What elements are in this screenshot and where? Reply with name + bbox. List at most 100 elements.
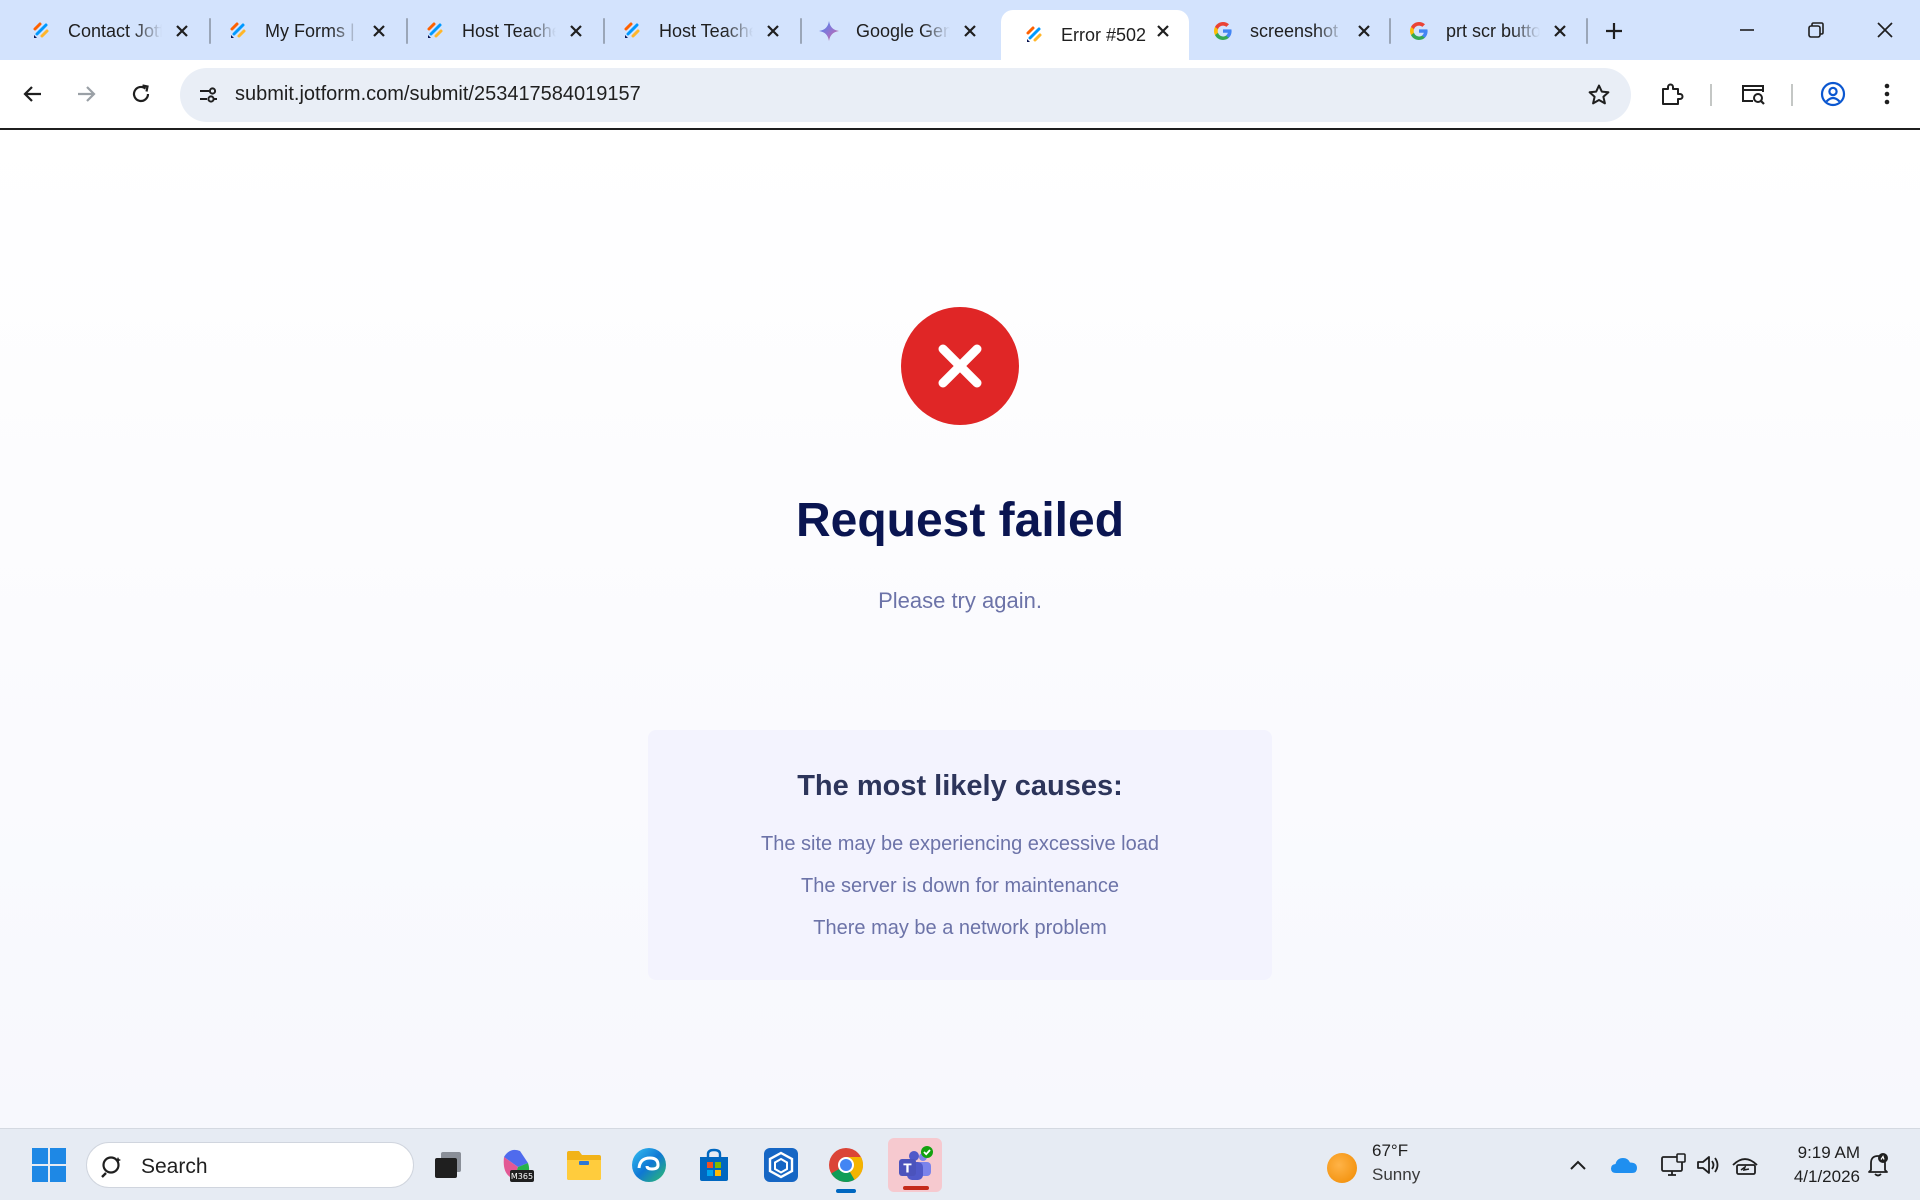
jotform-icon xyxy=(424,20,446,42)
address-bar[interactable]: submit.jotform.com/submit/25341758401915… xyxy=(180,68,1631,122)
reload-button[interactable] xyxy=(121,74,161,114)
edge-icon[interactable] xyxy=(625,1141,673,1189)
network-display-icon[interactable] xyxy=(1659,1151,1687,1179)
tab-screenshot[interactable]: screenshot xyxy=(1190,10,1390,52)
forward-button[interactable] xyxy=(66,74,106,114)
minimize-icon xyxy=(1740,29,1754,31)
tab-google-gemini[interactable]: Google Gemini xyxy=(796,10,996,52)
tab-search-button[interactable] xyxy=(1733,74,1773,114)
battery-icon[interactable] xyxy=(1731,1151,1759,1179)
tab-title: Error #502 xyxy=(1061,24,1147,45)
start-button[interactable] xyxy=(25,1141,73,1189)
more-vertical-icon xyxy=(1884,83,1890,105)
google-icon xyxy=(1408,20,1430,42)
tab-separator xyxy=(1586,18,1588,44)
tab-close-icon[interactable] xyxy=(761,19,785,43)
svg-text:M365: M365 xyxy=(511,1172,533,1181)
restore-icon xyxy=(1808,22,1824,38)
tab-host-teacher[interactable]: Host Teacher xyxy=(402,10,602,52)
causes-list: The site may be experiencing excessive l… xyxy=(648,823,1272,949)
weather-temperature: 67°F xyxy=(1372,1141,1409,1160)
clock-time: 9:19 AM xyxy=(1797,1143,1860,1162)
page-subtitle: Please try again. xyxy=(878,588,1042,613)
tab-close-icon[interactable] xyxy=(170,19,194,43)
reload-icon xyxy=(132,84,150,103)
notifications-bell-icon[interactable] xyxy=(1864,1151,1892,1179)
tab-title: Contact Jotform xyxy=(68,20,162,41)
site-info-icon[interactable] xyxy=(194,81,222,109)
tab-close-icon[interactable] xyxy=(564,19,588,43)
tab-close-icon[interactable] xyxy=(1151,19,1175,43)
cause-item: There may be a network problem xyxy=(813,917,1107,939)
cause-item: The site may be experiencing excessive l… xyxy=(761,833,1159,855)
tab-error-502[interactable]: Error #502 xyxy=(1001,10,1189,60)
tab-host-teacher-2[interactable]: Host Teacher xyxy=(599,10,799,52)
cause-item: The server is down for maintenance xyxy=(801,875,1119,897)
arrow-right-icon xyxy=(78,86,96,102)
search-icon xyxy=(101,1156,121,1178)
toolbar-separator xyxy=(1791,84,1793,106)
file-explorer-icon[interactable] xyxy=(560,1141,608,1189)
tab-strip: Contact Jotform My Forms | Jotform Host … xyxy=(0,0,1920,60)
tab-title: screenshot xyxy=(1250,20,1339,41)
chrome-icon[interactable] xyxy=(822,1141,870,1193)
minimize-button[interactable] xyxy=(1724,8,1770,52)
jotform-icon xyxy=(30,20,52,42)
active-app-indicator xyxy=(836,1189,856,1193)
taskbar-search[interactable]: Search xyxy=(86,1142,414,1188)
tab-title: prt scr button xyxy=(1446,20,1540,41)
tab-close-icon[interactable] xyxy=(367,19,391,43)
tab-title: Host Teacher xyxy=(659,20,753,41)
show-hidden-icons-chevron-up-icon[interactable] xyxy=(1564,1151,1592,1179)
tab-search-icon xyxy=(1742,85,1765,105)
toolbar-separator xyxy=(1710,84,1712,106)
jotform-icon xyxy=(621,20,643,42)
taskbar: Search M365 T 67°F Sunny 9:19 AM 4/1/202… xyxy=(0,1128,1920,1200)
windows-start-icon xyxy=(32,1148,66,1182)
tab-title: Host Teacher xyxy=(462,20,556,41)
store-icon[interactable] xyxy=(690,1141,738,1189)
tab-contact-jotform[interactable]: Contact Jotform xyxy=(8,10,208,52)
task-view-icon[interactable] xyxy=(424,1141,472,1189)
weather-condition: Sunny xyxy=(1372,1165,1421,1184)
tab-prt-scr-button[interactable]: prt scr button xyxy=(1386,10,1586,52)
puzzle-icon xyxy=(1662,83,1684,105)
svg-text:T: T xyxy=(903,1162,912,1176)
causes-panel: The most likely causes: The site may be … xyxy=(648,730,1272,980)
clock-date: 4/1/2026 xyxy=(1793,1167,1860,1186)
google-icon xyxy=(1212,20,1234,42)
tab-close-icon[interactable] xyxy=(958,19,982,43)
tab-my-forms[interactable]: My Forms | Jotform xyxy=(205,10,405,52)
search-placeholder: Search xyxy=(141,1155,208,1178)
profile-icon xyxy=(1820,81,1846,107)
arrow-left-icon xyxy=(23,86,41,102)
browser-toolbar: submit.jotform.com/submit/25341758401915… xyxy=(0,60,1920,130)
causes-title: The most likely causes: xyxy=(797,770,1123,802)
profile-button[interactable] xyxy=(1813,74,1853,114)
tab-close-icon[interactable] xyxy=(1548,19,1572,43)
url-text[interactable]: submit.jotform.com/submit/25341758401915… xyxy=(235,83,641,106)
back-button[interactable] xyxy=(13,74,53,114)
error-page: Request failed Please try again. The mos… xyxy=(0,131,1920,1128)
extensions-button[interactable] xyxy=(1652,74,1692,114)
taskbar-clock[interactable]: 9:19 AM 4/1/2026 xyxy=(1770,1141,1860,1189)
teams-icon[interactable]: T xyxy=(888,1138,942,1192)
error-x-icon xyxy=(901,307,1019,425)
bookmark-star-icon[interactable] xyxy=(1585,81,1613,109)
close-window-button[interactable] xyxy=(1862,8,1908,52)
jotform-icon xyxy=(227,20,249,42)
attention-indicator xyxy=(903,1186,929,1190)
volume-icon[interactable] xyxy=(1694,1151,1722,1179)
browser-menu-button[interactable] xyxy=(1867,74,1907,114)
jotform-icon xyxy=(1023,24,1045,46)
tab-title: My Forms | Jotform xyxy=(265,20,359,41)
microsoft-365-icon[interactable]: M365 xyxy=(492,1141,540,1189)
close-icon xyxy=(1877,22,1893,38)
new-tab-button[interactable] xyxy=(1596,13,1632,49)
tab-close-icon[interactable] xyxy=(1352,19,1376,43)
restore-button[interactable] xyxy=(1793,8,1839,52)
gemini-icon xyxy=(818,20,840,42)
onedrive-icon[interactable] xyxy=(1610,1151,1638,1179)
company-portal-icon[interactable] xyxy=(757,1141,805,1189)
page-title: Request failed xyxy=(795,494,1125,547)
